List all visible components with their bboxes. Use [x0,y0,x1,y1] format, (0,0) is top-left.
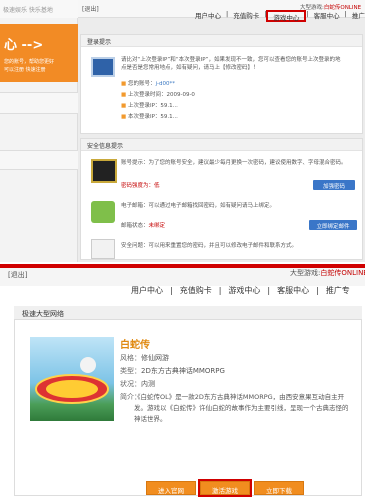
activate-game-button[interactable]: 激活游戏 [200,481,250,495]
login-panel-header: 登录提示 [81,35,362,47]
email-status-label: 邮箱状态： [121,223,149,229]
pwd-strength-label: 密码强度为： [121,183,155,189]
type-label: 类型： [120,367,141,375]
status-value: 内测 [141,380,155,388]
email-status-value: 未绑定 [148,223,166,229]
sidebar-block [0,92,78,114]
bottom-game-label: 大型游戏:白蛇传ONLINE [290,268,365,278]
current-login-ip-label: 本次登录IP： [127,114,161,120]
bottom-game-label-text: 大型游戏: [290,269,321,277]
game-panel-header: 极速大型网络 [14,306,362,320]
bottom-logout-link[interactable]: [退出] [8,270,27,280]
bullet-icon: ■ [121,81,128,87]
brand-text: 极速娱乐 快乐基地 [3,7,53,14]
intro-text: 《白蛇传OL》是一款2D东方古典神话MMORPG，由西安意果互动自主开发。游戏以… [134,393,349,423]
email-tip: 电子邮箱：可以通过电子邮箱找回密码，如有疑问请马上绑定。 [121,203,276,209]
nav-recharge[interactable]: 充值购卡 [228,10,264,22]
nav-service-center[interactable]: 客服中心 [309,10,345,22]
sidebar-block [0,150,78,170]
official-site-button[interactable]: 进入官网 [146,481,196,495]
notepad-icon [91,239,115,259]
lock-monitor-icon [91,159,117,183]
last-login-ip-label: 上次登录IP： [127,103,161,109]
last-login-time-label: 上次登录时间： [127,92,167,98]
strengthen-password-button[interactable]: 加强密码 [313,180,355,190]
current-login-ip-value: 59.1... [160,114,178,120]
promo-line: 您的账号，帮助您更好 [4,59,55,65]
security-panel-header: 安全信息提示 [81,139,362,151]
nav-promotion[interactable]: 推广专 [319,285,357,296]
bullet-icon: ■ [121,114,128,120]
game-title: 白蛇传 [120,340,150,351]
pwd-strength-value: 低 [154,183,160,189]
nav-recharge[interactable]: 充值购卡 [173,285,219,296]
nav-service-center[interactable]: 客服中心 [270,285,316,296]
promo-title: 心 --> [4,38,44,53]
game-logo-icon [35,357,109,404]
bullet-icon: ■ [121,103,128,109]
account-value: j-d00** [155,81,175,87]
bind-email-button[interactable]: 立即绑定邮件 [309,220,357,230]
bottom-nav: 用户中心 | 充值购卡 | 游戏中心 | 客服中心 | 推广专 [124,282,357,298]
nav-user-center[interactable]: 用户中心 [124,285,170,296]
email-arrow-icon [91,201,115,223]
account-label: 您的账号： [127,81,156,87]
bullet-icon: ■ [121,92,128,98]
security-panel: 安全信息提示 账号提示：为了您的账号安全，建议最少每月更换一次密码，建议使用数字… [80,138,363,260]
logout-link[interactable]: [退出] [82,4,99,13]
login-tip-line: 点是否是您常用地点，如有疑问，请马上【修改密码】！ [121,65,259,71]
download-button[interactable]: 立即下载 [254,481,304,495]
monitor-icon [91,57,115,77]
account-tip: 账号提示：为了您的账号安全，建议最少每月更换一次密码，建议使用数字、字母混合密码… [121,160,347,166]
login-tip-line: 请比对“上次登录IP”和“本次登录IP”，如果发现不一致，您可以查看您的账号上次… [121,57,341,63]
style-label: 风格： [120,354,141,362]
style-value: 修仙网游 [141,354,169,362]
type-value: 2D东方古典神话MMORPG [141,367,225,375]
orange-promo [0,24,78,82]
last-login-time-value: 2009-09-0 [166,92,195,98]
login-panel: 登录提示 请比对“上次登录IP”和“本次登录IP”，如果发现不一致，您可以查看您… [80,34,363,134]
top-nav: 用户中心| 充值购卡| 游戏中心| 客服中心| 推广专区 [190,10,365,22]
status-label: 状况： [120,380,141,388]
nav-game-center[interactable]: 游戏中心 [221,285,267,296]
nav-promotion[interactable]: 推广专区 [347,10,365,22]
bottom-game-name[interactable]: 白蛇传ONLINE [320,269,365,277]
nav-game-center[interactable]: 游戏中心 [266,10,307,22]
last-login-ip-value: 59.1... [160,103,178,109]
promo-line[interactable]: 可以注册 快速注册 [4,66,46,73]
game-cover-image[interactable] [30,337,114,421]
security-question-tip: 安全问题：可以用来重置您的密码，并且可以修改电子邮件和联系方式。 [121,243,298,249]
nav-user-center[interactable]: 用户中心 [190,10,226,22]
